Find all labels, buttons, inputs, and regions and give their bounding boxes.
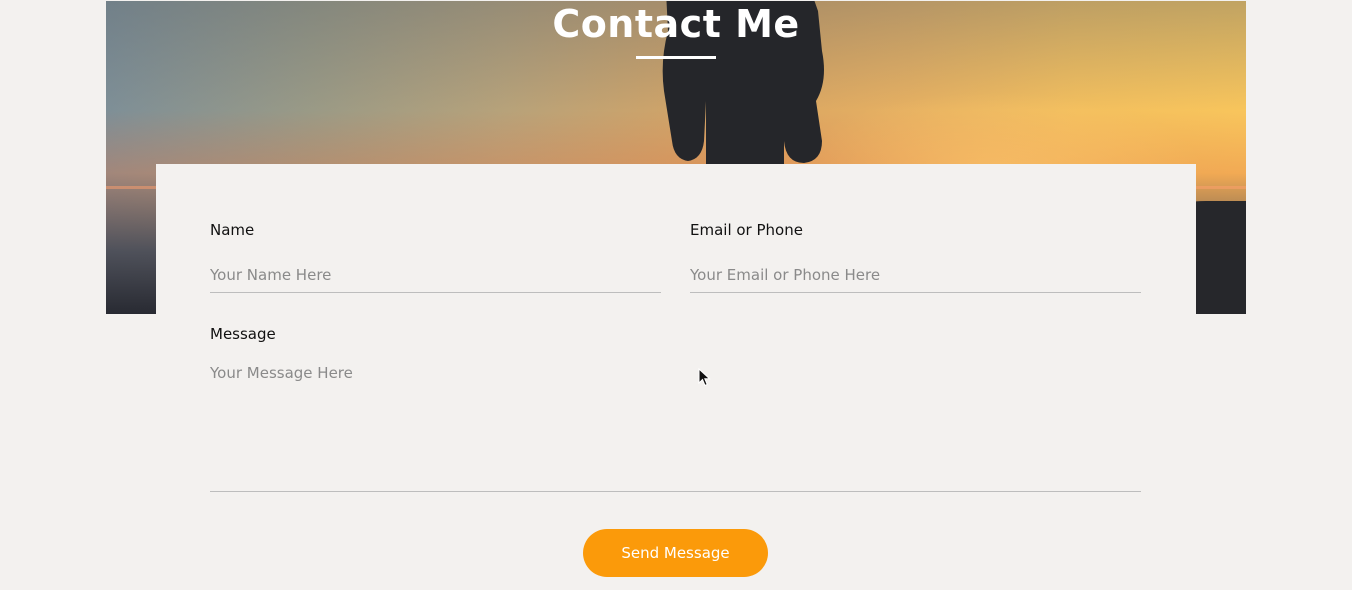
name-label: Name xyxy=(210,221,255,239)
message-textarea[interactable] xyxy=(210,364,1141,492)
contact-label: Email or Phone xyxy=(690,221,803,239)
mouse-pointer-icon xyxy=(698,368,711,387)
message-label: Message xyxy=(210,325,276,343)
title-underline xyxy=(636,56,716,59)
send-message-button[interactable]: Send Message xyxy=(583,529,768,577)
contact-page: Contact Me Name Email or Phone Message S… xyxy=(0,0,1352,590)
name-input[interactable] xyxy=(210,258,661,293)
email-or-phone-input[interactable] xyxy=(690,258,1141,293)
page-title: Contact Me xyxy=(552,2,800,46)
